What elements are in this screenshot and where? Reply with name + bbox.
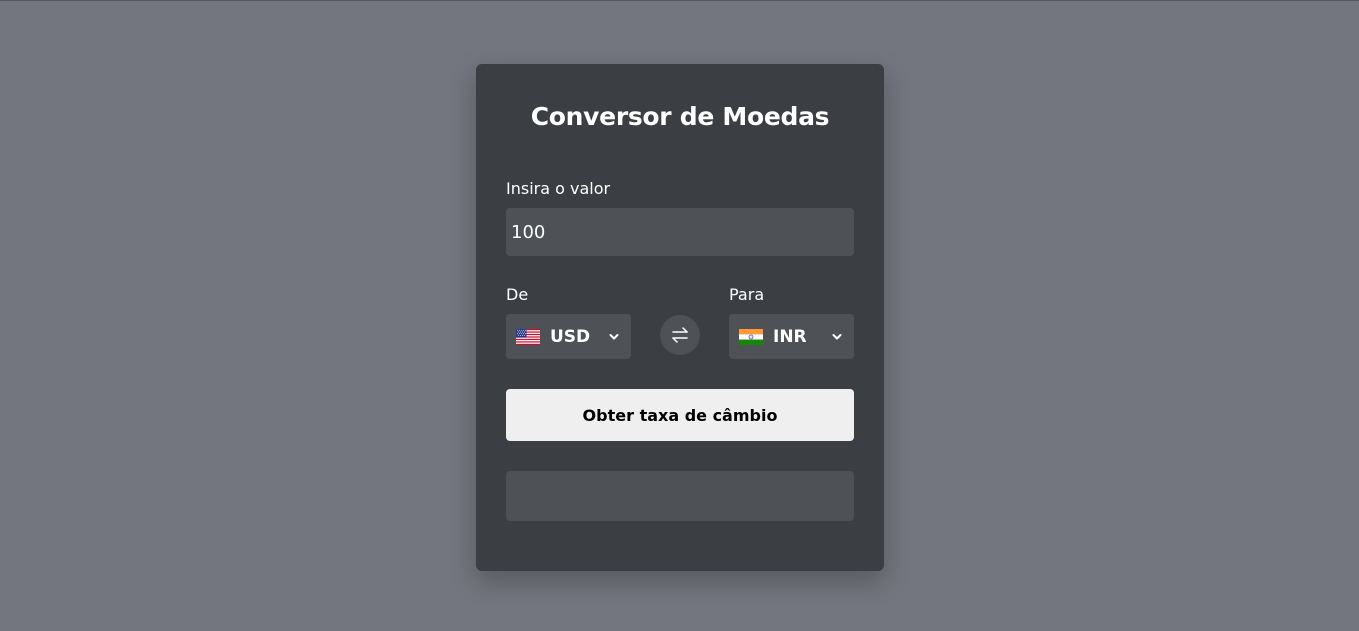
india-flag-icon [739,328,763,345]
from-currency-code: USD [550,326,591,347]
from-currency-label: De [506,285,529,304]
from-currency-select[interactable]: USD [506,314,631,359]
amount-label: Insira o valor [506,179,611,198]
chevron-down-icon [609,333,619,339]
get-exchange-rate-button[interactable]: Obter taxa de câmbio [506,389,854,441]
converter-card: Conversor de Moedas Insira o valor De US… [476,64,884,571]
page-title: Conversor de Moedas [530,102,830,131]
to-currency-select[interactable]: INR [729,314,854,359]
swap-arrows-icon [672,327,688,343]
window-top-border [0,0,1359,1]
to-currency-code: INR [773,326,807,347]
chevron-down-icon [832,333,842,339]
swap-currencies-button[interactable] [660,315,700,355]
us-flag-icon [516,328,540,345]
amount-input[interactable] [506,208,854,256]
to-currency-label: Para [729,285,765,304]
exchange-rate-result [506,471,854,521]
